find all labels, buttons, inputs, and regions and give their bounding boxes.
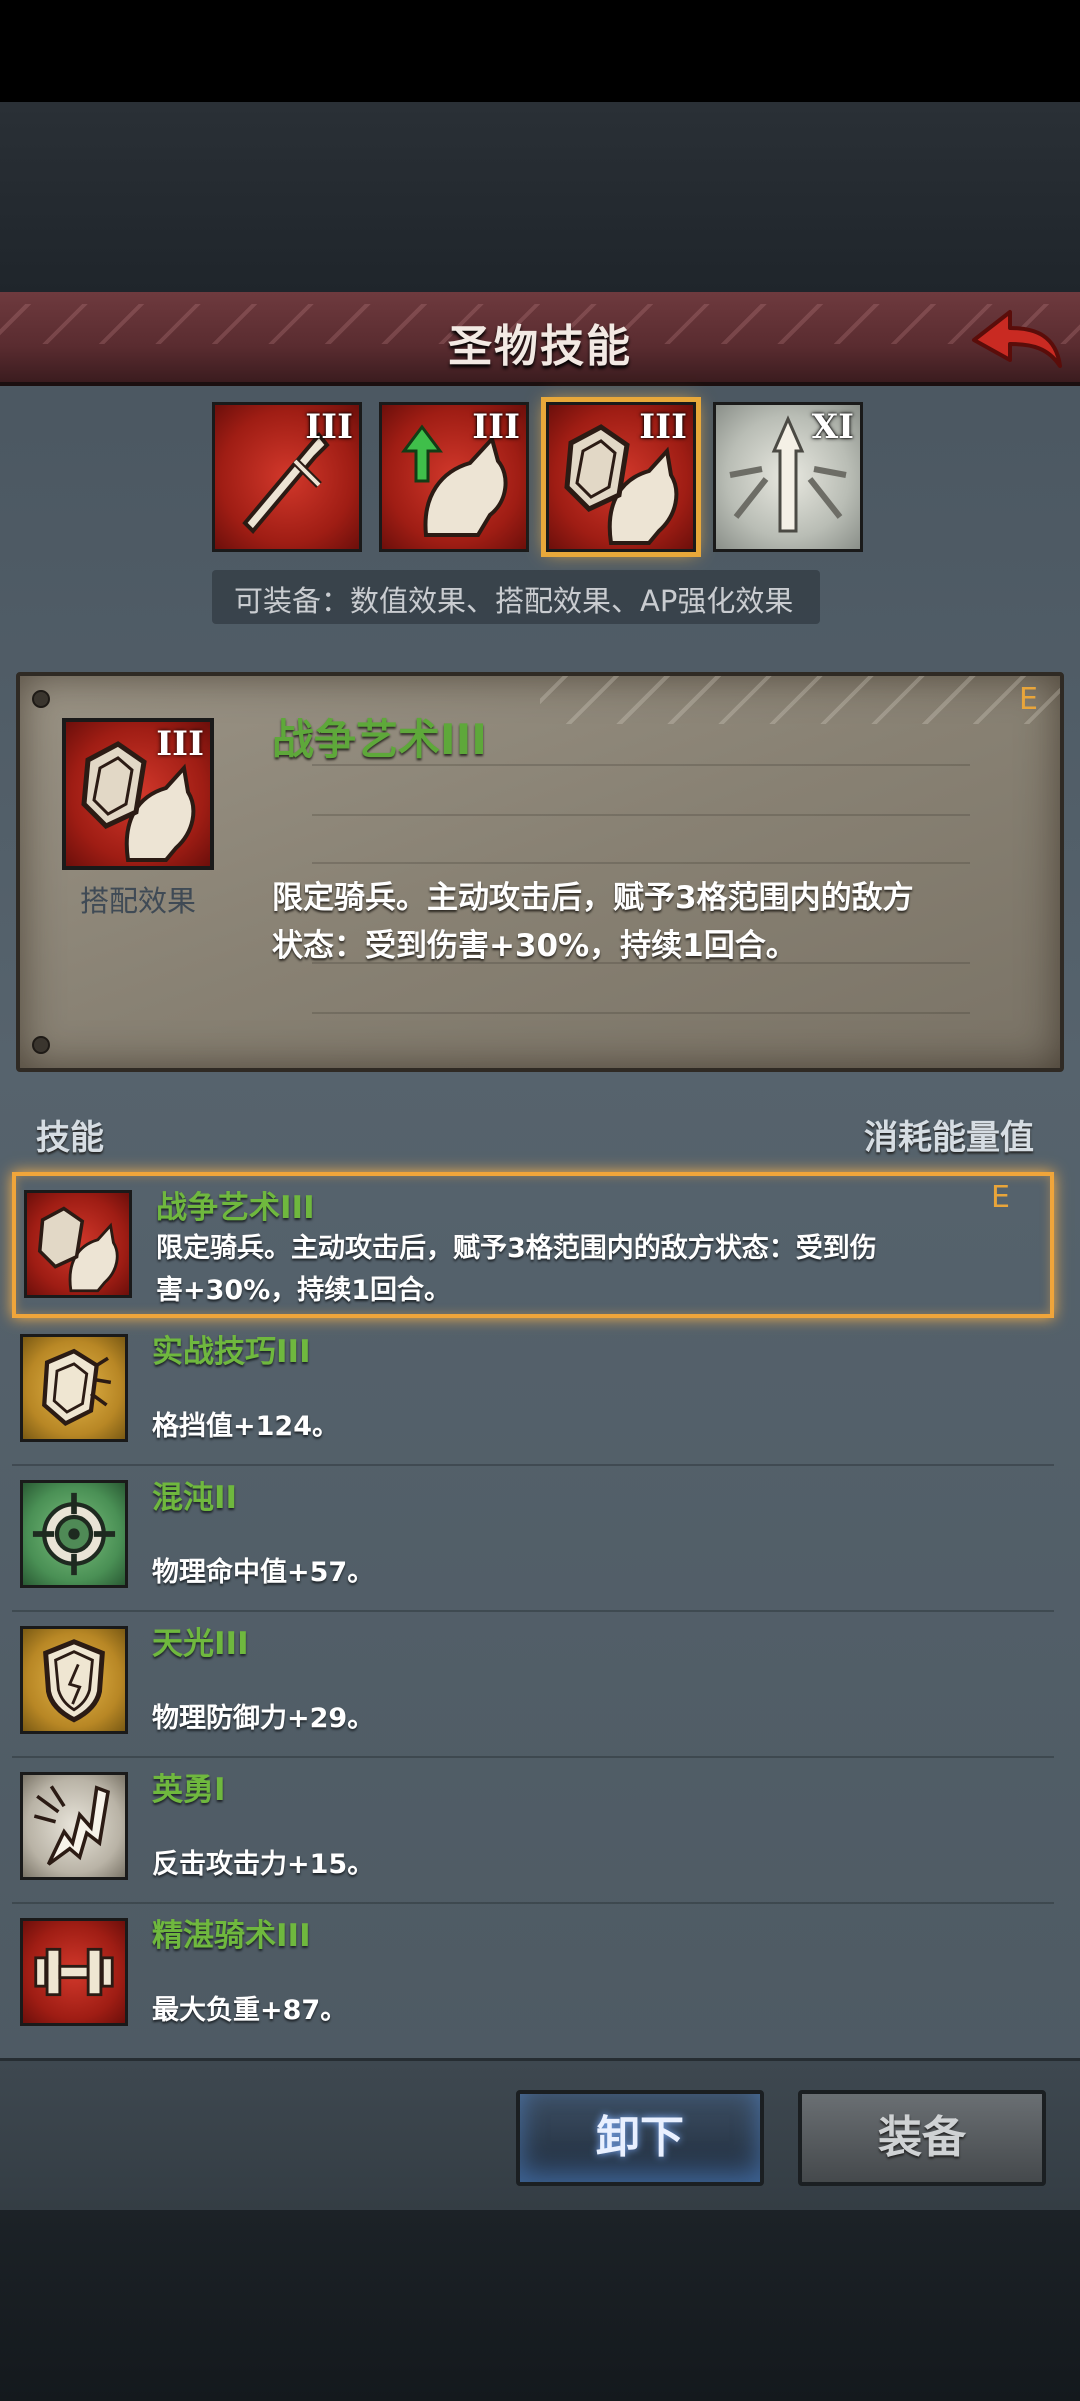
skill-row[interactable]: 战争艺术III E 限定骑兵。主动攻击后，赋予3格范围内的敌方状态：受到伤 害+… — [12, 1172, 1054, 1318]
relic-skill-panel: 圣物技能 III III III XI 可装备：数值效果、搭配效果、AP强化效果… — [0, 292, 1080, 2210]
skill-description: 物理命中值+57。 — [152, 1557, 375, 1588]
skill-column-header: 技能 — [36, 1118, 104, 1158]
skill-icon — [20, 1334, 128, 1442]
equip-note: 可装备：数值效果、搭配效果、AP强化效果 — [212, 570, 820, 624]
shield-icon — [43, 1639, 105, 1723]
dumbbell-icon — [34, 1947, 114, 1997]
card-rule — [312, 814, 970, 816]
counter-strike-icon — [33, 1785, 110, 1866]
skill-row[interactable]: 英勇I 反击攻击力+15。 — [12, 1758, 1054, 1904]
detail-level: III — [156, 724, 204, 764]
back-arrow-icon — [972, 310, 1062, 368]
skill-row[interactable]: 精湛骑术III 最大负重+87。 — [12, 1904, 1054, 2050]
skill-grade: E — [1019, 682, 1038, 717]
card-rule — [312, 1012, 970, 1014]
skill-name: 混沌II — [152, 1480, 238, 1516]
skill-description: 最大负重+87。 — [152, 1995, 348, 2026]
skill-desc-line: 限定骑兵。主动攻击后，赋予3格范围内的敌方状态：受到伤 — [156, 1233, 877, 1264]
skill-name: 英勇I — [152, 1772, 226, 1808]
slot-level: III — [472, 407, 520, 447]
card-pattern — [540, 676, 1060, 724]
effect-type-label: 搭配效果 — [79, 884, 196, 918]
skill-row[interactable]: 混沌II 物理命中值+57。 — [12, 1466, 1054, 1612]
card-stud — [32, 690, 50, 708]
skill-icon — [20, 1626, 128, 1734]
page-title: 圣物技能 — [448, 321, 632, 372]
skill-desc-line: 害+30%，持续1回合。 — [156, 1275, 452, 1306]
detail-skill-icon: III — [62, 718, 214, 870]
crosshair-icon — [32, 1492, 116, 1576]
card-stud — [32, 1036, 50, 1054]
card-rule — [312, 862, 970, 864]
skill-name: 战争艺术III — [156, 1190, 315, 1226]
slot-level: XI — [811, 407, 854, 447]
detail-skill-name: 战争艺术III — [272, 715, 487, 764]
relic-slot-1[interactable]: III — [212, 402, 362, 552]
relic-slot-2[interactable]: III — [379, 402, 529, 552]
relic-slot-3[interactable]: III — [541, 397, 701, 557]
energy-cost-column-header: 消耗能量值 — [864, 1118, 1034, 1158]
skill-name: 实战技巧III — [152, 1334, 311, 1370]
skill-icon — [20, 1772, 128, 1880]
skill-icon — [20, 1480, 128, 1588]
detail-desc-line: 限定骑兵。主动攻击后，赋予3格范围内的敌方 — [272, 880, 914, 916]
unequip-button[interactable]: 卸下 — [516, 2090, 764, 2186]
skill-description: 限定骑兵。主动攻击后，赋予3格范围内的敌方状态：受到伤 害+30%，持续1回合。 — [156, 1228, 916, 1312]
skill-grade: E — [991, 1180, 1010, 1215]
title-bar: 圣物技能 — [0, 292, 1080, 386]
card-rule — [312, 764, 970, 766]
relic-slot-4[interactable]: XI — [713, 402, 863, 552]
skill-description: 格挡值+124。 — [152, 1411, 339, 1442]
status-bar — [0, 0, 1080, 102]
slot-level: III — [639, 407, 687, 447]
relic-slots: III III III XI — [212, 397, 863, 557]
skill-row[interactable]: 天光III 物理防御力+29。 — [12, 1612, 1054, 1758]
shield-horse-icon — [37, 1206, 119, 1293]
skill-row[interactable]: 实战技巧III 格挡值+124。 — [12, 1320, 1054, 1466]
skill-description: 反击攻击力+15。 — [152, 1849, 375, 1880]
background-bottom — [0, 2210, 1080, 2401]
detail-desc-line: 状态：受到伤害+30%，持续1回合。 — [272, 928, 797, 964]
equip-button[interactable]: 装备 — [798, 2090, 1046, 2186]
skill-detail-card: E III 搭配效果 战争艺术III 限定骑兵。主动攻击后，赋予3格范围内的敌方… — [16, 672, 1064, 1072]
shield-crack-icon — [42, 1348, 112, 1426]
skill-name: 天光III — [152, 1626, 249, 1662]
skill-icon — [20, 1918, 128, 2026]
detail-skill-description: 限定骑兵。主动攻击后，赋予3格范围内的敌方 状态：受到伤害+30%，持续1回合。 — [272, 874, 992, 970]
background-top — [0, 102, 1080, 292]
skill-description: 物理防御力+29。 — [152, 1703, 375, 1734]
equip-note-text: 可装备：数值效果、搭配效果、AP强化效果 — [234, 584, 794, 618]
skill-icon — [24, 1190, 132, 1298]
back-button[interactable] — [966, 302, 1066, 378]
slot-level: III — [305, 407, 353, 447]
skill-name: 精湛骑术III — [152, 1918, 311, 1954]
